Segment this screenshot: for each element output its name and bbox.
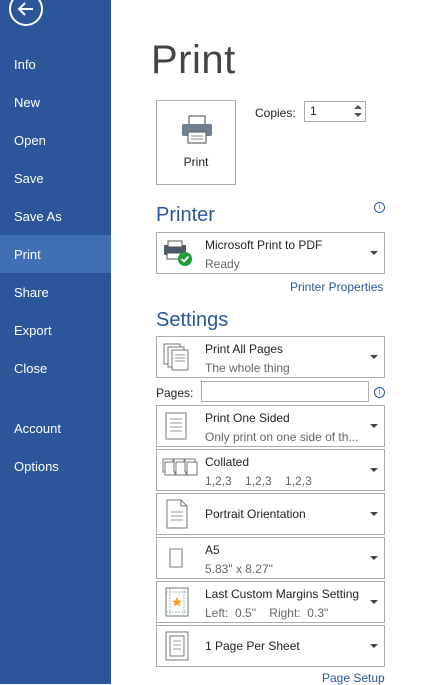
paper-size-title: A5: [205, 543, 220, 557]
copies-stepper[interactable]: 1: [304, 101, 366, 122]
sides-title: Print One Sided: [205, 411, 290, 425]
print-range-title: Print All Pages: [205, 342, 284, 356]
nav-new[interactable]: New: [0, 83, 111, 121]
orientation-select[interactable]: Portrait Orientation: [156, 493, 385, 535]
nav-options[interactable]: Options: [0, 447, 111, 485]
nav-info[interactable]: Info: [0, 45, 111, 83]
nav-open[interactable]: Open: [0, 121, 111, 159]
chevron-down-icon: [370, 644, 378, 648]
spin-up-icon[interactable]: [354, 105, 362, 109]
nav-share[interactable]: Share: [0, 273, 111, 311]
margins-subtitle: Left: 0.5" Right: 0.3": [205, 606, 329, 620]
pdf-printer-icon: [164, 240, 192, 266]
printer-heading: Printer: [156, 204, 215, 226]
printer-status: Ready: [205, 257, 240, 271]
chevron-down-icon: [370, 424, 378, 428]
all-pages-icon: [163, 343, 189, 371]
copies-spinner[interactable]: [351, 102, 365, 121]
collation-title: Collated: [205, 455, 250, 469]
sides-subtitle: Only print on one side of th...: [205, 430, 359, 444]
printer-name: Microsoft Print to PDF: [205, 238, 323, 252]
copies-value: 1: [310, 104, 317, 118]
collated-icon: [162, 458, 198, 476]
chevron-down-icon: [370, 468, 378, 472]
backstage-sidebar: Info New Open Save Save As Print Share E…: [0, 0, 111, 684]
chevron-down-icon: [370, 512, 378, 516]
pages-label: Pages:: [156, 386, 194, 400]
portrait-icon: [166, 499, 188, 529]
back-arrow-icon: [17, 2, 33, 16]
pages-per-sheet-title: 1 Page Per Sheet: [205, 639, 300, 653]
nav-save-as[interactable]: Save As: [0, 197, 111, 235]
nav-account[interactable]: Account: [0, 409, 111, 447]
paper-size-select[interactable]: A5 5.83" x 8.27": [156, 537, 385, 579]
pages-info-icon[interactable]: i: [374, 387, 385, 398]
printer-select[interactable]: Microsoft Print to PDF Ready: [156, 232, 385, 274]
spin-down-icon[interactable]: [354, 113, 362, 117]
custom-margins-icon: [165, 587, 189, 617]
margins-title: Last Custom Margins Setting: [205, 587, 360, 601]
print-range-select[interactable]: Print All Pages The whole thing: [156, 336, 385, 378]
print-button-label: Print: [183, 155, 209, 169]
page-per-sheet-icon: [165, 631, 189, 661]
printer-properties-link[interactable]: Printer Properties: [290, 280, 383, 294]
nav-save[interactable]: Save: [0, 159, 111, 197]
nav-close[interactable]: Close: [0, 349, 111, 387]
print-panel: Print Print Copies: 1 Printer i Microsof…: [111, 0, 423, 685]
chevron-down-icon: [370, 355, 378, 359]
paper-size-icon: [169, 548, 183, 568]
print-range-subtitle: The whole thing: [205, 361, 290, 375]
page-title: Print: [151, 38, 236, 82]
back-button[interactable]: [9, 0, 43, 26]
copies-label: Copies:: [255, 106, 296, 120]
orientation-title: Portrait Orientation: [205, 507, 306, 521]
page-setup-link[interactable]: Page Setup: [322, 671, 385, 685]
pages-input[interactable]: [201, 381, 369, 402]
one-sided-icon: [165, 412, 187, 440]
print-button[interactable]: Print: [156, 100, 236, 185]
nav-export[interactable]: Export: [0, 311, 111, 349]
settings-heading: Settings: [156, 309, 229, 331]
chevron-down-icon: [370, 251, 378, 255]
chevron-down-icon: [370, 556, 378, 560]
sides-select[interactable]: Print One Sided Only print on one side o…: [156, 405, 385, 447]
chevron-down-icon: [370, 600, 378, 604]
margins-select[interactable]: Last Custom Margins Setting Left: 0.5" R…: [156, 581, 385, 623]
collation-select[interactable]: Collated 1,2,3 1,2,3 1,2,3: [156, 449, 385, 491]
collation-subtitle: 1,2,3 1,2,3 1,2,3: [205, 474, 312, 488]
nav-print[interactable]: Print: [0, 235, 111, 273]
printer-info-icon[interactable]: i: [374, 202, 385, 213]
paper-size-subtitle: 5.83" x 8.27": [205, 562, 273, 576]
pages-per-sheet-select[interactable]: 1 Page Per Sheet: [156, 625, 385, 667]
printer-icon: [182, 115, 212, 144]
